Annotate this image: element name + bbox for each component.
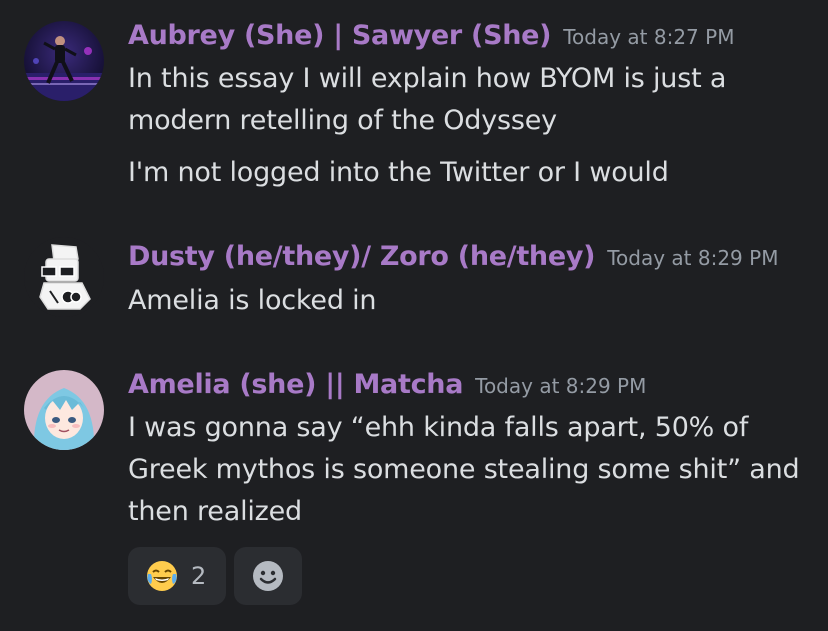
avatar[interactable] bbox=[24, 370, 104, 450]
message-text: I was gonna say “ehh kinda falls apart, … bbox=[128, 412, 749, 443]
username[interactable]: Amelia (she) || Matcha bbox=[128, 369, 463, 400]
avatar[interactable] bbox=[24, 21, 104, 101]
message-text: In this essay I will explain how BYOM is… bbox=[128, 63, 727, 94]
timestamp[interactable]: Today at 8:29 PM bbox=[607, 246, 778, 270]
sketch-avatar bbox=[24, 237, 104, 317]
smiley-add-reaction-icon bbox=[253, 561, 283, 591]
username[interactable]: Dusty (he/they)/ Zoro (he/they) bbox=[128, 241, 596, 272]
reaction-count: 2 bbox=[191, 562, 207, 590]
message-text: then realized bbox=[128, 496, 302, 527]
avatar[interactable] bbox=[24, 237, 104, 317]
username[interactable]: Aubrey (She) | Sawyer (She) bbox=[128, 20, 552, 51]
timestamp[interactable]: Today at 8:29 PM bbox=[475, 374, 646, 398]
message-text: I'm not logged into the Twitter or I wou… bbox=[128, 157, 669, 188]
message-text: Greek mythos is someone stealing some sh… bbox=[128, 454, 800, 485]
message-text: modern retelling of the Odyssey bbox=[128, 105, 557, 136]
add-reaction-button[interactable] bbox=[234, 547, 302, 605]
timestamp[interactable]: Today at 8:27 PM bbox=[563, 25, 734, 49]
joy-emoji-icon bbox=[147, 561, 177, 591]
message-text: Amelia is locked in bbox=[128, 285, 377, 316]
anime-girl-avatar bbox=[24, 370, 104, 450]
reaction-button[interactable]: 2 bbox=[128, 547, 226, 605]
message-header: Amelia (she) || Matcha Today at 8:29 PM bbox=[128, 369, 646, 400]
photo-avatar-performer bbox=[24, 21, 104, 101]
message-header: Dusty (he/they)/ Zoro (he/they) Today at … bbox=[128, 241, 778, 272]
message-header: Aubrey (She) | Sawyer (She) Today at 8:27… bbox=[128, 20, 734, 51]
